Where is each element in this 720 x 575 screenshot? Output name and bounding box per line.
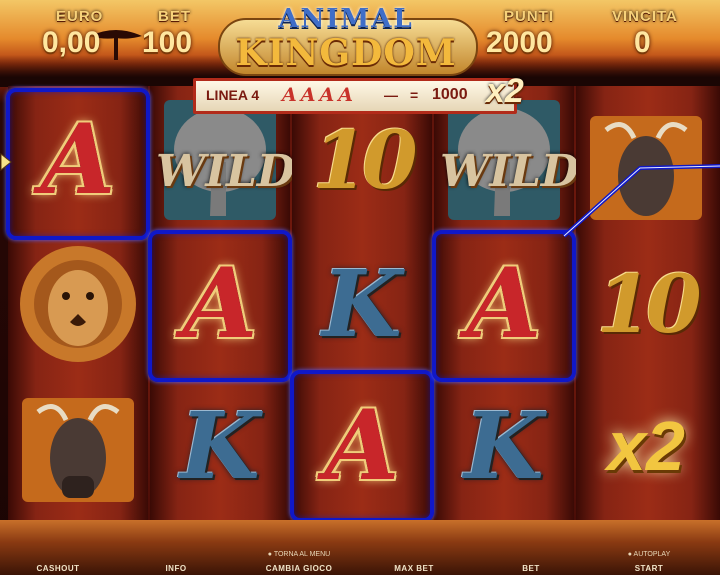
change-game-button[interactable]: CAMBIA GIOCO xyxy=(254,564,344,575)
payline-4 xyxy=(562,164,720,238)
currency-label: EURO xyxy=(56,8,104,25)
game-logo: ANIMAL KINGDOM xyxy=(218,4,478,76)
bet-button[interactable]: BET xyxy=(506,564,556,575)
win-line-label: LINEA 4 xyxy=(206,87,260,103)
reel-area: A WILD A K 10 K A WILD A K 10 x2 xyxy=(6,86,720,522)
menu-hint-label: TORNA AL MENU xyxy=(273,551,331,558)
bet-value: 100 xyxy=(142,26,193,59)
win-value: 0 xyxy=(634,26,651,59)
win-line-amount: 1000 xyxy=(432,86,468,103)
autoplay-hint-label: AUTOPLAY xyxy=(633,551,671,558)
cashout-button[interactable]: CASHOUT xyxy=(28,564,88,575)
logo-line-2: KINGDOM xyxy=(235,32,457,74)
points-label: PUNTI xyxy=(504,8,554,25)
win-line-equals: = xyxy=(410,87,419,103)
start-button[interactable]: START xyxy=(614,564,684,575)
info-button[interactable]: INFO xyxy=(146,564,206,575)
win-line-dash: — xyxy=(384,87,398,103)
max-bet-button[interactable]: MAX BET xyxy=(384,564,444,575)
win-line-symbols: AAAA xyxy=(282,84,357,106)
menu-hint: ● TORNA AL MENU xyxy=(267,551,331,558)
autoplay-hint: ● AUTOPLAY xyxy=(627,551,671,558)
logo-line-1: ANIMAL xyxy=(278,4,414,34)
win-label: VINCITA xyxy=(612,8,678,25)
bet-label: BET xyxy=(158,8,191,25)
line-indicator-icon xyxy=(0,152,12,172)
bottom-bar: CASHOUT INFO ● TORNA AL MENU CAMBIA GIOC… xyxy=(0,520,720,575)
win-line-multiplier: x2 xyxy=(486,72,524,110)
header-savanna: EURO 0,00 BET 100 PUNTI 2000 VINCITA 0 A… xyxy=(0,0,720,87)
game-screen: EURO 0,00 BET 100 PUNTI 2000 VINCITA 0 A… xyxy=(0,0,720,575)
win-line-banner: LINEA 4 AAAA — = 1000 xyxy=(193,78,517,114)
points-value: 2000 xyxy=(486,26,553,59)
credit-value: 0,00 xyxy=(42,26,101,59)
